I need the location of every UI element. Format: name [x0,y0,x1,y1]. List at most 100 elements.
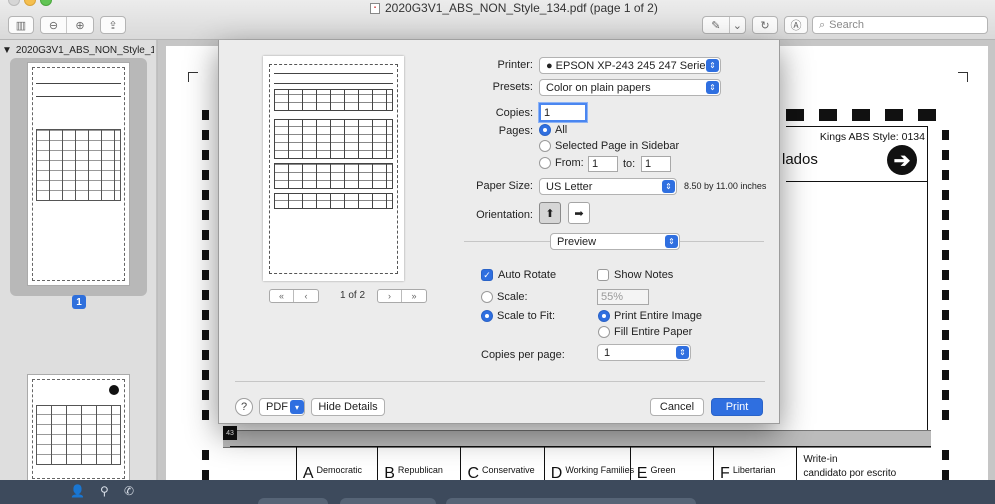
auto-rotate-checkbox[interactable]: ✓ Auto Rotate [481,269,556,281]
annotate-icon[interactable]: Ⓐ [785,17,807,33]
minimize-window-button[interactable] [24,0,36,6]
party-cell: E Green [629,447,713,480]
presets-select[interactable]: Color on plain papers ⇕ [539,79,721,96]
markup-group: ✎ ⌄ [702,16,746,34]
page-1-thumbnail[interactable] [27,62,130,286]
timing-mark [202,190,209,200]
timing-mark [202,390,209,400]
scale-field[interactable]: 55% [597,289,649,305]
section-value: Preview [557,235,597,248]
timing-mark [942,210,949,220]
timing-mark [942,470,949,480]
pages-selected-label: Selected Page in Sidebar [555,140,680,152]
chevron-down-icon[interactable]: ⌄ [730,17,745,33]
section-select[interactable]: Preview ⇕ [550,233,680,250]
landscape-orientation-button[interactable]: ➡ [568,202,590,224]
party-name: Conservative [482,465,535,475]
next-page-icon[interactable]: › [378,290,402,302]
separator [680,241,764,242]
disclosure-triangle-icon[interactable]: ▼ [2,45,12,56]
page-2-thumbnail[interactable] [27,374,130,484]
radio-dot [539,140,551,152]
ballot-right-column [786,182,928,432]
copies-per-page-value: 1 [604,346,611,359]
print-entire-image-label: Print Entire Image [614,310,703,322]
page-next-buttons: › » [377,289,427,303]
page-indicator: 1 of 2 [340,290,366,301]
scale-to-fit-label: Scale to Fit: [497,310,556,322]
timing-mark [942,350,949,360]
pages-selected-radio[interactable]: Selected Page in Sidebar [539,140,679,152]
zoom-in-icon[interactable]: ⊕ [67,17,93,33]
chevron-down-icon: ▾ [290,400,304,414]
rotate-icon[interactable]: ↻ [753,17,777,33]
paper-size-select[interactable]: US Letter ⇕ [539,178,677,195]
prev-page-icon[interactable]: ‹ [294,290,318,302]
phone-icon[interactable]: ✆ [124,484,134,498]
dock-item[interactable] [340,498,436,504]
copies-field[interactable]: 1 [539,103,587,122]
timing-mark [942,170,949,180]
timing-mark [202,110,209,120]
print-button[interactable]: Print [711,398,763,416]
print-entire-image-radio[interactable]: Print Entire Image [598,310,702,322]
timing-mark [942,290,949,300]
markup-pen-icon[interactable]: ✎ [703,17,730,33]
person-icon[interactable]: 👤 [70,484,85,498]
hide-details-button[interactable]: Hide Details [311,398,385,416]
last-page-icon[interactable]: » [402,290,426,302]
chevron-updown-icon: ⇕ [706,59,719,72]
dock-item[interactable] [258,498,328,504]
pages-from-radio[interactable]: From: [539,157,584,169]
annotate-group: Ⓐ [784,16,808,34]
cancel-button[interactable]: Cancel [650,398,704,416]
dock-item[interactable] [446,498,696,504]
rotate-group: ↻ [752,16,778,34]
auto-rotate-label: Auto Rotate [498,269,557,281]
pages-all-radio[interactable]: All [539,124,567,136]
preview-grid [274,89,393,111]
sidebar-toggle-icon[interactable]: ▥ [9,17,33,33]
fill-entire-paper-radio[interactable]: Fill Entire Paper [598,326,692,338]
orientation-label: Orientation: [476,209,533,221]
zoom-out-icon[interactable]: ⊖ [41,17,67,33]
pdf-menu-button[interactable]: PDF ▾ [259,398,305,416]
search-icon: ⌕ [819,18,826,31]
dock-bar: 👤 ⚲ ✆ [0,480,995,504]
checkbox-box [597,269,609,281]
first-page-icon[interactable]: « [270,290,294,302]
window-title-text: 2020G3V1_ABS_NON_Style_134.pdf (page 1 o… [385,1,658,15]
copies-per-page-select[interactable]: 1 ⇕ [597,344,691,361]
radio-dot [598,326,610,338]
share-icon[interactable]: ⇪ [101,17,125,33]
printer-select[interactable]: ● EPSON XP-243 245 247 Series ⇕ [539,57,721,74]
chevron-updown-icon: ⇕ [665,235,678,248]
location-pin-icon[interactable]: ⚲ [100,484,109,498]
chevron-updown-icon: ⇕ [662,180,675,193]
checkmark-icon: ✓ [481,269,493,281]
crop-mark [188,72,198,82]
arrow-right-icon: ➔ [887,145,917,175]
writein-cell: Write-in candidato por escrito [796,447,931,480]
page-from-field[interactable]: 1 [588,156,618,172]
close-window-button[interactable] [8,0,20,6]
party-name: Libertarian [732,465,776,475]
timing-mark [942,270,949,280]
sidebar-doc-header[interactable]: ▼ 2020G3V1_ABS_NON_Style_1... [2,42,154,58]
page-to-field[interactable]: 1 [641,156,671,172]
timing-mark [942,370,949,380]
presets-value: Color on plain papers [546,81,651,94]
scale-to-fit-radio[interactable]: Scale to Fit: [481,310,555,322]
zoom-window-button[interactable] [40,0,52,6]
scale-radio[interactable]: Scale: [481,291,528,303]
search-input[interactable]: ⌕ Search [812,16,988,34]
portrait-orientation-button[interactable]: ⬆ [539,202,561,224]
help-button[interactable]: ? [235,398,253,416]
paper-size-label: Paper Size: [476,180,533,192]
show-notes-checkbox[interactable]: Show Notes [597,269,673,281]
writein-label-spanish: candidato por escrito [803,468,897,479]
party-letter: C [467,465,480,481]
party-cell-empty [230,447,296,480]
timing-mark [202,350,209,360]
timing-mark [918,109,936,121]
